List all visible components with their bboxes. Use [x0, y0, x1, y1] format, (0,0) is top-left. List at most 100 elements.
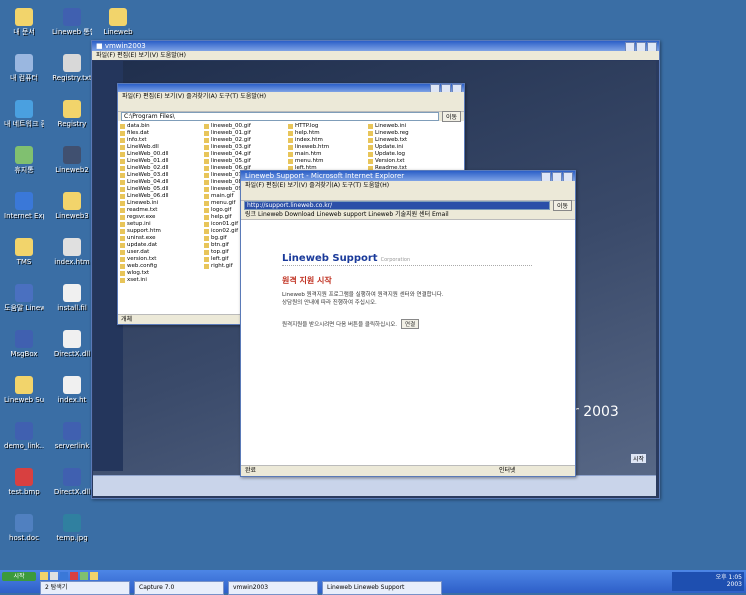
quick-launch[interactable]	[40, 572, 340, 581]
vm-menu-bar[interactable]: 파일(F) 편집(E) 보기(V) 도움말(H)	[92, 51, 659, 60]
file-item[interactable]: info.txt	[120, 137, 198, 144]
desktop-icon[interactable]: 내 네트워크 환경	[4, 100, 44, 128]
file-item[interactable]: readme.txt	[120, 207, 198, 214]
file-item[interactable]: LineWeb_02.dll	[120, 165, 198, 172]
desktop-icon[interactable]: index.htm	[52, 238, 92, 266]
desktop-icon[interactable]: Internet Explorer	[4, 192, 44, 220]
file-item[interactable]: setup.ini	[120, 221, 198, 228]
ie-toolbar[interactable]	[241, 190, 575, 201]
file-item[interactable]: Update.ini	[368, 144, 438, 151]
quick-launch-icon[interactable]	[60, 572, 68, 580]
minimize-icon[interactable]	[430, 84, 440, 92]
file-item[interactable]: lineweb_02.gif	[204, 137, 282, 144]
file-item[interactable]: web.config	[120, 263, 198, 270]
file-item[interactable]: uninst.exe	[120, 235, 198, 242]
file-item[interactable]: lineweb_04.gif	[204, 151, 282, 158]
file-item[interactable]: regsvr.exe	[120, 214, 198, 221]
file-item[interactable]: LineWeb_04.dll	[120, 179, 198, 186]
explorer-title-bar[interactable]	[118, 84, 464, 92]
file-item[interactable]: LineWeb_01.dll	[120, 158, 198, 165]
desktop-icon[interactable]: serverlink	[52, 422, 92, 450]
desktop-icon[interactable]: TMS	[4, 238, 44, 266]
desktop-icon[interactable]: 휴지통	[4, 146, 44, 174]
desktop-icon[interactable]: Lineweb Support	[4, 376, 44, 404]
guest-tag[interactable]: 시작	[631, 454, 647, 463]
connect-button[interactable]: 연결	[401, 319, 420, 329]
ie-window[interactable]: Lineweb Support - Microsoft Internet Exp…	[240, 170, 576, 477]
ie-links-bar[interactable]: 링크 Lineweb Download Lineweb support Line…	[241, 210, 575, 220]
desktop-icon[interactable]: 도움말 Lineweb	[4, 284, 44, 312]
minimize-icon[interactable]	[625, 42, 635, 51]
file-item[interactable]: lineweb_05.gif	[204, 158, 282, 165]
ie-menu-bar[interactable]: 파일(F) 편집(E) 보기(V) 즐겨찾기(A) 도구(T) 도움말(H)	[241, 181, 575, 190]
file-item[interactable]: lineweb_00.gif	[204, 123, 282, 130]
desktop-icon[interactable]: Registry.txt	[52, 54, 92, 82]
quick-launch-icon[interactable]	[50, 572, 58, 580]
desktop-icon[interactable]: 내 컴퓨터	[4, 54, 44, 82]
file-item[interactable]: support.htm	[120, 228, 198, 235]
desktop-icon[interactable]: Lineweb3	[52, 192, 92, 220]
desktop-icon[interactable]: Lineweb2	[52, 146, 92, 174]
vm-title-bar[interactable]: ■ vmwin2003	[92, 41, 659, 51]
file-item[interactable]: user.dat	[120, 249, 198, 256]
file-item[interactable]: Lineweb.reg	[368, 130, 438, 137]
file-item[interactable]: Lineweb.ini	[368, 123, 438, 130]
file-item[interactable]: LineWeb_00.dll	[120, 151, 198, 158]
desktop-icon-image	[15, 238, 33, 256]
file-item[interactable]: update.dat	[120, 242, 198, 249]
file-item[interactable]: main.htm	[288, 151, 362, 158]
explorer-address-input[interactable]: C:\Program Files\	[121, 112, 439, 121]
file-item[interactable]: menu.htm	[288, 158, 362, 165]
quick-launch-icon[interactable]	[40, 572, 48, 580]
desktop-icon[interactable]: install.fil	[52, 284, 92, 312]
ie-title-bar[interactable]: Lineweb Support - Microsoft Internet Exp…	[241, 171, 575, 181]
desktop-icon[interactable]: temp.jpg	[52, 514, 92, 542]
maximize-icon[interactable]	[552, 172, 562, 181]
quick-launch-icon[interactable]	[90, 572, 98, 580]
desktop-icon[interactable]: demo_link...	[4, 422, 44, 450]
desktop-icon[interactable]: DirectX.dll	[52, 468, 92, 496]
file-item[interactable]: files.dat	[120, 130, 198, 137]
file-item[interactable]: LineWeb_06.dll	[120, 193, 198, 200]
file-item[interactable]: version.txt	[120, 256, 198, 263]
close-icon[interactable]	[452, 84, 462, 92]
quick-launch-icon[interactable]	[80, 572, 88, 580]
close-icon[interactable]	[563, 172, 573, 181]
desktop-icon[interactable]: MsgBox	[4, 330, 44, 358]
file-item[interactable]: xset.ini	[120, 277, 198, 284]
explorer-go-button[interactable]: 이동	[441, 111, 461, 122]
close-icon[interactable]	[647, 42, 657, 51]
file-item[interactable]: Lineweb.ini	[120, 200, 198, 207]
file-item[interactable]: lineweb_03.gif	[204, 144, 282, 151]
file-item[interactable]: help.htm	[288, 130, 362, 137]
ie-address-input[interactable]: http://support.lineweb.co.kr/	[244, 201, 550, 210]
desktop-icon[interactable]: Registry	[52, 100, 92, 128]
desktop-icon[interactable]: 내 문서	[4, 8, 44, 36]
start-button[interactable]: 시작	[2, 572, 36, 581]
file-item[interactable]: index.htm	[288, 137, 362, 144]
file-item[interactable]: HTTP.log	[288, 123, 362, 130]
desktop-icon[interactable]: Lineweb	[98, 8, 138, 36]
quick-launch-icon[interactable]	[70, 572, 78, 580]
desktop-icon[interactable]: DirectX.dll	[52, 330, 92, 358]
desktop-icon[interactable]: index.ht	[52, 376, 92, 404]
file-item[interactable]: LineWeb.dll	[120, 144, 198, 151]
explorer-menu-bar[interactable]: 파일(F) 편집(E) 보기(V) 즐겨찾기(A) 도구(T) 도움말(H)	[118, 92, 464, 101]
minimize-icon[interactable]	[541, 172, 551, 181]
desktop-icon[interactable]: Lineweb 통합(?)	[52, 8, 92, 36]
maximize-icon[interactable]	[636, 42, 646, 51]
file-item[interactable]: LineWeb_05.dll	[120, 186, 198, 193]
file-item[interactable]: LineWeb_03.dll	[120, 172, 198, 179]
maximize-icon[interactable]	[441, 84, 451, 92]
file-item[interactable]: Version.txt	[368, 158, 438, 165]
explorer-toolbar[interactable]	[118, 101, 464, 112]
file-item[interactable]: wlog.txt	[120, 270, 198, 277]
desktop-icon[interactable]: test.bmp	[4, 468, 44, 496]
desktop-icon[interactable]: host.doc	[4, 514, 44, 542]
file-item[interactable]: Update.log	[368, 151, 438, 158]
file-item[interactable]: data.bin	[120, 123, 198, 130]
file-item[interactable]: Lineweb.txt	[368, 137, 438, 144]
ie-go-button[interactable]: 이동	[552, 200, 572, 211]
file-item[interactable]: lineweb.htm	[288, 144, 362, 151]
file-item[interactable]: lineweb_01.gif	[204, 130, 282, 137]
